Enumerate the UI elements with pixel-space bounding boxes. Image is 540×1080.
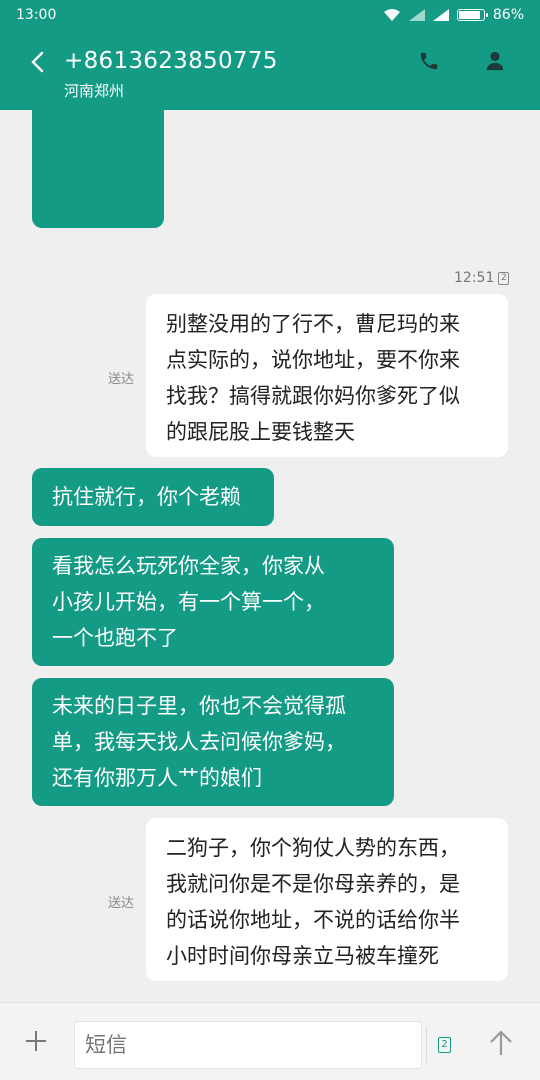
message-bubble-in[interactable]: 未来的日子里，你也不会觉得孤 单，我每天找人去问候你爹妈， 还有你那万人艹的娘们 (32, 678, 394, 806)
person-icon[interactable] (484, 50, 506, 72)
signal-icon-2 (432, 9, 449, 21)
composer-bar: 2 (0, 1002, 540, 1080)
message-bubble-in[interactable]: 看我怎么玩死你全家，你家从 小孩儿开始，有一个算一个， 一个也跑不了 (32, 538, 394, 666)
plus-icon[interactable] (24, 1029, 48, 1053)
contact-number: +8613623850775 (64, 48, 278, 74)
status-time: 13:00 (16, 7, 57, 23)
battery-icon (456, 9, 488, 21)
send-icon[interactable] (488, 1029, 514, 1057)
back-icon[interactable] (28, 50, 48, 74)
sim-icon: 2 (438, 1037, 451, 1053)
message-bubble-out[interactable]: 二狗子，你个狗仗人势的东西， 我就问你是不是你母亲养的，是 的话说你地址，不说的… (146, 818, 508, 981)
message-bubble-out[interactable]: 别整没用的了行不，曹尼玛的来 点实际的，说你地址，要不你来 找我？搞得就跟你妈你… (146, 294, 508, 457)
message-input[interactable] (74, 1021, 422, 1069)
top-bar: 13:00 86% +8613623850775 河南郑州 (0, 0, 540, 110)
sim-switch-button[interactable]: 2 (426, 1027, 462, 1063)
battery-percent: 86% (492, 7, 524, 23)
sim-icon: 2 (498, 271, 510, 285)
contact-location: 河南郑州 (64, 82, 125, 100)
status-icons: 86% (383, 7, 524, 23)
signal-icon (408, 9, 425, 21)
status-bar: 13:00 86% (0, 0, 540, 32)
phone-icon[interactable] (418, 50, 440, 72)
delivered-label: 送达 (108, 372, 135, 387)
wifi-icon (383, 8, 401, 22)
message-timestamp: 12:51 2 (454, 270, 510, 286)
message-thread[interactable]: 12:51 2 送达 别整没用的了行不，曹尼玛的来 点实际的，说你地址，要不你来… (0, 110, 540, 1002)
delivered-label: 送达 (108, 896, 135, 911)
message-bubble-in[interactable]: 抗住就行，你个老赖 (32, 468, 274, 526)
image-message[interactable] (32, 110, 164, 228)
